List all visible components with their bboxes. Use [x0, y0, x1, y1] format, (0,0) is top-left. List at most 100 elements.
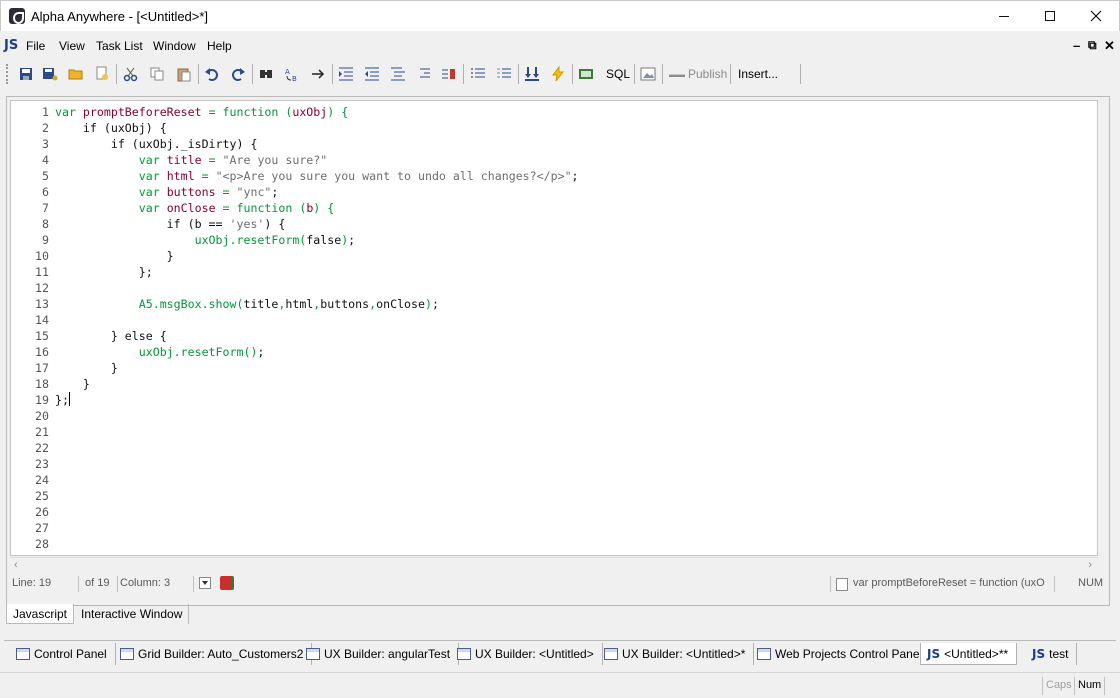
code-line[interactable]: 23 — [11, 456, 1097, 472]
column-icon[interactable] — [441, 66, 457, 82]
open-folder-icon[interactable] — [68, 66, 84, 82]
list-icon[interactable] — [470, 66, 486, 82]
code-line[interactable]: 28 — [11, 536, 1097, 552]
code-line[interactable]: 26 — [11, 504, 1097, 520]
code-line[interactable]: 5 var html = "<p>Are you sure you want t… — [11, 168, 1097, 184]
code-token: }; — [55, 393, 69, 407]
reference-book-icon[interactable] — [220, 576, 234, 590]
code-token: ; — [348, 233, 356, 247]
replace-icon[interactable]: AB — [284, 66, 300, 82]
doc-tab-web-projects[interactable]: Web Projects Control Panel — [751, 643, 932, 665]
minimize-button[interactable] — [981, 1, 1027, 31]
code-token: var — [55, 169, 167, 183]
goto-icon[interactable] — [310, 66, 326, 82]
indent-icon[interactable] — [338, 66, 354, 82]
doc-tab-grid-builder[interactable]: Grid Builder: Auto_Customers2 — [114, 643, 313, 665]
line-number: 20 — [35, 409, 49, 423]
scroll-right-icon[interactable]: › — [1088, 559, 1092, 571]
doc-tab-ux-untitled-modified[interactable]: UX Builder: <Untitled>* — [598, 643, 755, 665]
code-editor[interactable]: 1 var promptBeforeReset = function (uxObj… — [10, 100, 1098, 556]
document-icon — [836, 578, 848, 591]
toolbar-grip[interactable] — [6, 64, 9, 84]
code-line[interactable]: 19}; — [11, 392, 1097, 408]
format-code-icon[interactable] — [390, 66, 406, 82]
document-tabs: Control Panel Grid Builder: Auto_Custome… — [4, 640, 1116, 665]
code-line[interactable]: 14 — [11, 312, 1097, 328]
code-token: var — [55, 105, 83, 119]
code-token: } — [55, 361, 118, 375]
code-line[interactable]: 13 A5.msgBox.show(title,html,buttons,onC… — [11, 296, 1097, 312]
align-right-icon[interactable] — [416, 66, 432, 82]
toolbar-separator — [634, 64, 635, 84]
code-line[interactable]: 27 — [11, 520, 1097, 536]
undo-icon[interactable] — [204, 66, 220, 82]
code-line[interactable]: 4 var title = "Are you sure?" — [11, 152, 1097, 168]
line-number: 14 — [35, 313, 49, 327]
scroll-left-icon[interactable]: ‹ — [14, 559, 18, 571]
menu-window[interactable]: Window — [153, 39, 196, 53]
horizontal-scrollbar[interactable]: ‹ › — [10, 557, 1098, 573]
copy-icon[interactable] — [149, 66, 165, 82]
code-token: buttons — [166, 185, 216, 199]
redo-icon[interactable] — [230, 66, 246, 82]
code-line[interactable]: 3 if (uxObj._isDirty) { — [11, 136, 1097, 152]
mdi-restore-icon[interactable]: ⧉ — [1088, 38, 1097, 53]
code-line[interactable]: 7 var onClose = function (b) { — [11, 200, 1097, 216]
download-icon[interactable] — [524, 66, 540, 82]
code-token: } — [55, 377, 90, 391]
close-button[interactable] — [1073, 1, 1119, 31]
code-line[interactable]: 9 uxObj.resetForm(false); — [11, 232, 1097, 248]
code-line[interactable]: 12 — [11, 280, 1097, 296]
run-lightning-icon[interactable] — [550, 66, 566, 82]
code-line[interactable]: 15 } else { — [11, 328, 1097, 344]
menu-help[interactable]: Help — [207, 39, 232, 53]
toolbar-separator — [662, 64, 663, 84]
code-line[interactable]: 6 var buttons = "ync"; — [11, 184, 1097, 200]
code-line[interactable]: 20 — [11, 408, 1097, 424]
maximize-button[interactable] — [1027, 1, 1073, 31]
mdi-minimize-icon[interactable]: – — [1073, 38, 1080, 53]
publish-button[interactable]: Publish — [688, 67, 727, 81]
code-line[interactable]: 21 — [11, 424, 1097, 440]
code-line[interactable]: 25 — [11, 488, 1097, 504]
doc-tab-untitled-js[interactable]: JS <Untitled>** — [920, 643, 1018, 665]
mdi-close-icon[interactable]: ✕ — [1104, 38, 1115, 54]
save-icon[interactable] — [18, 66, 34, 82]
print-preview-icon[interactable] — [94, 66, 110, 82]
code-line[interactable]: 1 var promptBeforeReset = function (uxObj… — [11, 104, 1097, 120]
code-line[interactable]: 2 if (uxObj) { — [11, 120, 1097, 136]
menu-task-list[interactable]: Task List — [96, 39, 143, 53]
sql-button[interactable]: SQL — [606, 67, 630, 81]
doc-tab-ux-untitled[interactable]: UX Builder: <Untitled> — [451, 643, 603, 665]
find-icon[interactable] — [258, 66, 274, 82]
code-token: = — [194, 169, 216, 183]
database-icon[interactable] — [578, 66, 594, 82]
code-line[interactable]: 11 }; — [11, 264, 1097, 280]
image-icon[interactable] — [640, 66, 656, 82]
tab-interactive-window[interactable]: Interactive Window — [75, 604, 190, 624]
tab-javascript[interactable]: Javascript — [6, 604, 75, 624]
publish-icon: ▬▬ — [669, 70, 685, 79]
code-line[interactable]: 8 if (b == 'yes') { — [11, 216, 1097, 232]
code-line[interactable]: 29 — [11, 552, 1097, 555]
code-line[interactable]: 24 — [11, 472, 1097, 488]
save-as-icon[interactable] — [42, 66, 58, 82]
outdent-icon[interactable] — [364, 66, 380, 82]
code-line[interactable]: 10 } — [11, 248, 1097, 264]
doc-tab-control-panel[interactable]: Control Panel — [10, 643, 116, 665]
paste-icon[interactable] — [176, 66, 192, 82]
status-dropdown-icon[interactable] — [199, 577, 211, 589]
code-text: }; — [55, 264, 153, 280]
doc-tab-test[interactable]: JS test — [1026, 643, 1078, 665]
doc-tab-ux-angulartest[interactable]: UX Builder: angularTest — [300, 643, 460, 665]
code-token: onClose — [166, 201, 216, 215]
cut-icon[interactable] — [123, 66, 139, 82]
code-line[interactable]: 16 uxObj.resetForm(); — [11, 344, 1097, 360]
menu-view[interactable]: View — [59, 39, 85, 53]
menu-file[interactable]: File — [26, 39, 45, 53]
code-line[interactable]: 18 } — [11, 376, 1097, 392]
insert-button[interactable]: Insert... — [738, 67, 778, 81]
code-line[interactable]: 17 } — [11, 360, 1097, 376]
numbered-list-icon[interactable] — [496, 66, 512, 82]
code-line[interactable]: 22 — [11, 440, 1097, 456]
